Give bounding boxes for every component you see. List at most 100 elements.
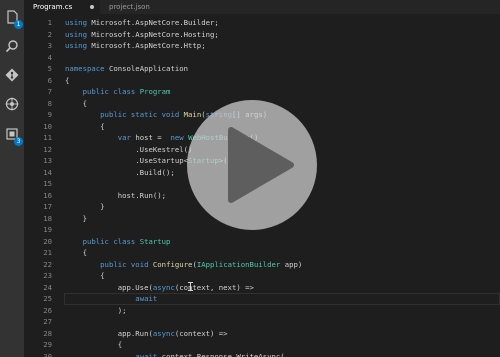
line-number: 4 [47, 52, 52, 62]
line-number: 23 [43, 271, 52, 280]
code-token: using [65, 41, 87, 50]
code-token: app.Run( [65, 328, 153, 338]
extensions-icon[interactable]: 3 [4, 126, 23, 146]
code-token: { [65, 340, 123, 349]
editor-tab-strip: Program.cs project.json [24, 0, 500, 14]
code-text: using Microsoft.AspNetCore.Hosting; [65, 29, 219, 41]
code-line[interactable]: 4 [24, 52, 500, 64]
code-line[interactable]: 27 [24, 316, 500, 328]
code-line[interactable]: 28 app.Run(async(context) => [24, 328, 500, 340]
code-token: (context) => [174, 328, 228, 338]
line-number: 15 [43, 179, 52, 188]
code-text: { [65, 121, 105, 133]
code-token: { [65, 121, 105, 131]
code-line[interactable]: 29 { [24, 339, 500, 351]
code-token: } [65, 213, 87, 223]
code-line[interactable]: 21 { [24, 247, 500, 259]
line-number: 6 [47, 75, 52, 85]
code-token: { [65, 248, 87, 257]
code-token: .Build(); [65, 167, 175, 177]
code-text: using Microsoft.AspNetCore.Builder; [65, 17, 219, 29]
code-text: await context.Response.WriteAsync( [65, 351, 284, 357]
line-number: 22 [43, 259, 52, 269]
line-number: 20 [43, 236, 52, 246]
line-number: 19 [43, 225, 52, 234]
code-text: public class Startup [65, 236, 171, 248]
code-line[interactable]: 26 ); [24, 305, 500, 317]
code-line[interactable]: 25 await [24, 293, 500, 305]
code-token: async [152, 282, 175, 292]
code-text: .Build(); [65, 167, 175, 179]
code-token: Microsoft.AspNetCore.Builder; [91, 18, 219, 27]
code-token: (context, next) => [174, 282, 254, 292]
code-line[interactable]: 30 await context.Response.WriteAsync( [24, 351, 500, 357]
code-text: } [65, 201, 105, 213]
line-number: 17 [43, 202, 52, 211]
source-control-icon[interactable] [4, 67, 20, 83]
code-token: host = [135, 133, 167, 142]
tab-program-cs[interactable]: Program.cs [24, 0, 100, 14]
code-line[interactable]: 3 using Microsoft.AspNetCore.Http; [24, 40, 500, 52]
code-line[interactable]: 2 using Microsoft.AspNetCore.Hosting; [24, 29, 500, 41]
search-icon[interactable] [4, 38, 20, 54]
code-token: public class [82, 236, 136, 246]
debug-icon[interactable] [4, 96, 20, 112]
video-play-button[interactable] [187, 100, 317, 230]
code-text: { [65, 98, 87, 110]
line-number: 29 [43, 340, 52, 349]
line-number: 7 [47, 87, 52, 96]
line-number: 14 [43, 167, 52, 177]
tab-label: project.json [109, 3, 150, 11]
line-number: 5 [47, 64, 52, 73]
code-line[interactable]: 24 app.Use(async(context, next) => [24, 282, 500, 294]
code-token: Configure [152, 259, 193, 269]
code-text: using Microsoft.AspNetCore.Http; [65, 40, 206, 52]
code-text: .UseKestrel() [65, 144, 192, 156]
code-text: { [65, 270, 105, 282]
code-token: { [65, 271, 105, 280]
code-token: } [65, 202, 105, 211]
code-text: public class Program [65, 86, 171, 98]
code-line[interactable]: 5 namespace ConsoleApplication [24, 63, 500, 75]
code-line[interactable]: 6{ [24, 75, 500, 87]
code-text: { [65, 75, 69, 87]
code-line[interactable]: 7 public class Program [24, 86, 500, 98]
code-token: { [65, 98, 87, 108]
line-number: 11 [43, 133, 52, 142]
code-line[interactable]: 20 public class Startup [24, 236, 500, 248]
code-text: } [65, 213, 87, 225]
code-token: Microsoft.AspNetCore.Hosting; [91, 29, 219, 39]
code-line[interactable]: 22 public void Configure(IApplicationBui… [24, 259, 500, 271]
line-number: 26 [43, 305, 52, 315]
explorer-icon[interactable]: 1 [4, 9, 23, 29]
line-number: 21 [43, 248, 52, 257]
activity-bar: 1 3 [0, 0, 24, 357]
line-number: 18 [43, 213, 52, 223]
code-text: public void Configure(IApplicationBuilde… [65, 259, 302, 271]
line-number: 10 [43, 121, 52, 131]
code-token: Startup [139, 236, 171, 246]
play-icon [228, 127, 294, 203]
code-token: ); [65, 305, 127, 315]
code-line[interactable]: 23 { [24, 270, 500, 282]
code-token: Program [139, 87, 171, 96]
tab-label: Program.cs [33, 3, 73, 11]
code-line[interactable]: 1 using Microsoft.AspNetCore.Builder; [24, 17, 500, 29]
line-number: 27 [43, 317, 52, 326]
tab-project-json[interactable]: project.json [100, 0, 170, 14]
line-number: 16 [43, 190, 52, 200]
code-token: IApplicationBuilder [196, 259, 281, 269]
code-text: namespace ConsoleApplication [65, 63, 188, 75]
line-number: 9 [47, 110, 52, 119]
code-token: var [117, 133, 131, 142]
line-number: 13 [43, 156, 52, 165]
code-token: { [65, 75, 70, 85]
line-number: 24 [43, 282, 52, 292]
